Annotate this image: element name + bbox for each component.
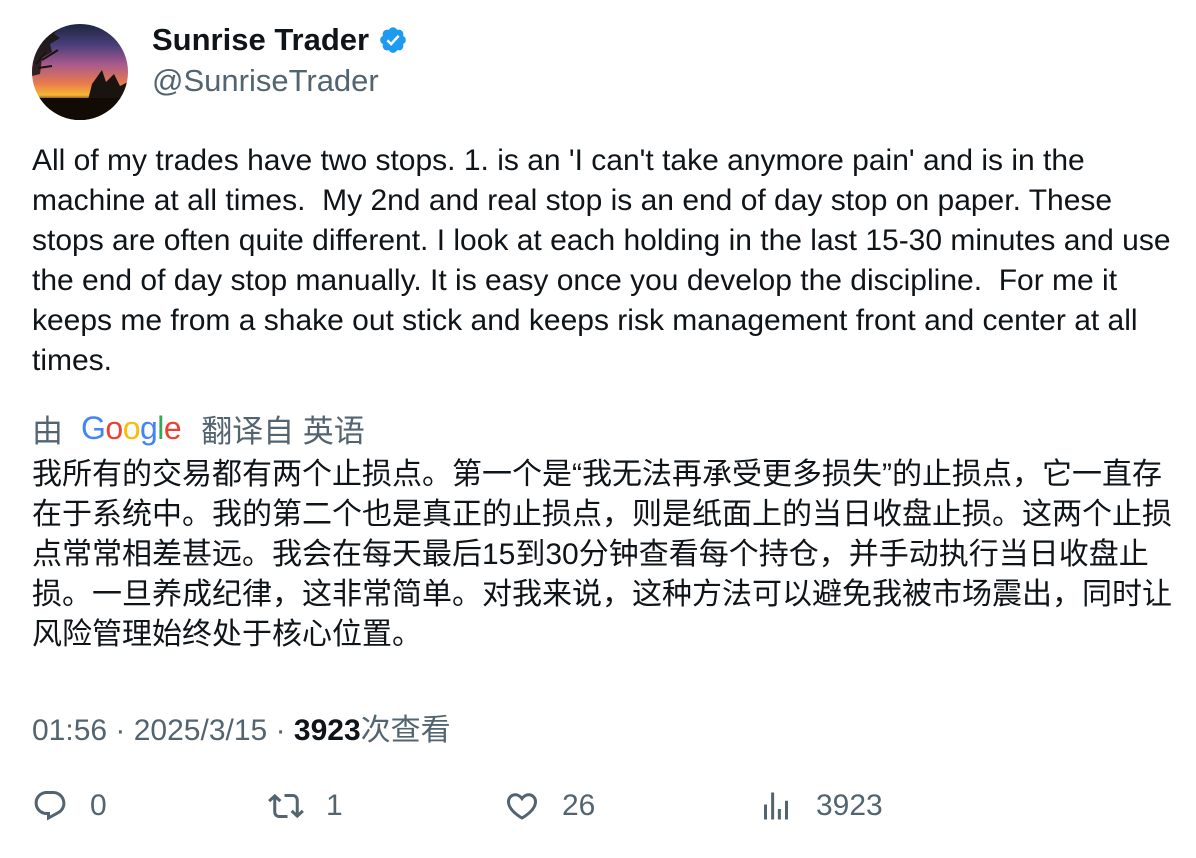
- views-icon: [764, 792, 788, 820]
- like-button[interactable]: 26: [504, 788, 595, 824]
- translated-text: 我所有的交易都有两个止损点。第一个是“我无法再承受更多损失”的止损点，它一直存在…: [32, 458, 1172, 651]
- tweet-text: All of my trades have two stops. 1. is a…: [32, 144, 1179, 377]
- views-button[interactable]: 3923: [758, 788, 883, 824]
- avatar-image: [32, 24, 128, 120]
- translation-attribution: 由 Google 翻译自 英语: [32, 406, 365, 451]
- like-icon: [506, 793, 538, 820]
- display-name[interactable]: Sunrise Trader: [152, 22, 369, 58]
- tweet-time[interactable]: 01:56: [32, 714, 107, 747]
- verified-badge-icon: [380, 27, 406, 53]
- retweet-button[interactable]: 1: [268, 788, 343, 824]
- google-logo: Google: [81, 410, 182, 446]
- views-count-action: 3923: [816, 789, 883, 822]
- retweet-count: 1: [326, 789, 343, 822]
- meta-separator: ·: [275, 714, 294, 747]
- translation-prefix: 由: [32, 414, 63, 449]
- views-count: 3923: [293, 714, 361, 747]
- action-bar: 0 1 26 3923: [0, 788, 1196, 838]
- translation-suffix[interactable]: 翻译自 英语: [201, 406, 365, 451]
- retweet-icon: [268, 793, 304, 819]
- user-handle[interactable]: @SunriseTrader: [152, 63, 379, 99]
- tweet-meta: 01:56 · 2025/3/15 · 3923次查看: [32, 705, 451, 749]
- like-count: 26: [562, 789, 596, 822]
- meta-separator: ·: [115, 714, 134, 747]
- avatar[interactable]: [32, 24, 128, 120]
- tweet-date[interactable]: 2025/3/15: [134, 714, 267, 747]
- name-row: Sunrise Trader: [152, 22, 408, 58]
- reply-button[interactable]: 0: [32, 788, 107, 824]
- views-label: 次查看: [360, 714, 451, 747]
- reply-count: 0: [90, 789, 107, 822]
- reply-icon: [34, 791, 66, 821]
